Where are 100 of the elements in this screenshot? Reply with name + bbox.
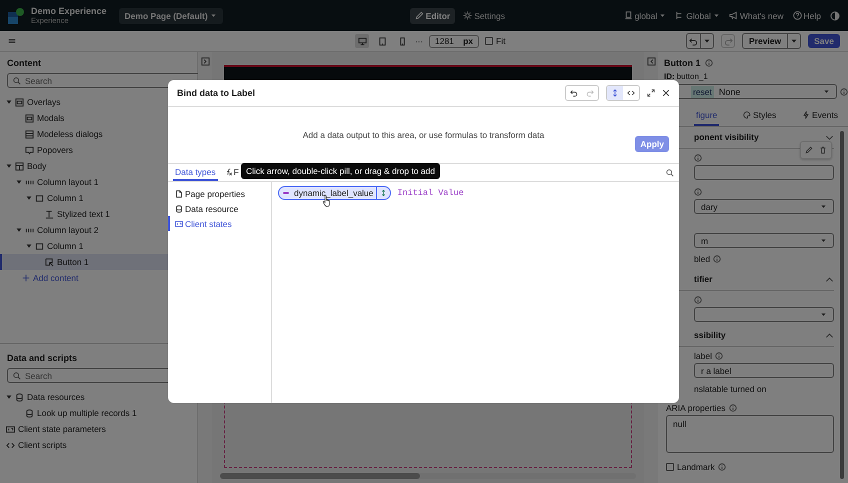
trash-icon [819, 146, 827, 154]
data-tab[interactable]: F [222, 164, 241, 181]
caret-icon [703, 37, 711, 45]
search-icon [13, 76, 21, 84]
pill-value: Initial Value [397, 188, 464, 198]
contrast-icon[interactable] [830, 10, 840, 20]
info-icon[interactable] [714, 352, 723, 360]
tree-item[interactable]: Client scripts [0, 437, 197, 453]
square-icon [35, 194, 44, 202]
expanded-arrow-icon[interactable] [6, 394, 12, 400]
search-icon[interactable] [666, 168, 674, 176]
select-dropdown[interactable] [694, 307, 834, 322]
megaphone-icon [728, 11, 738, 20]
caret-icon [790, 37, 798, 45]
checkbox[interactable] [666, 463, 674, 471]
caret-icon [210, 12, 217, 19]
add-content-link[interactable]: Add content [22, 270, 78, 286]
edit-button[interactable] [803, 144, 815, 156]
header-menu[interactable]: Global [675, 10, 720, 20]
pill-view-button[interactable] [607, 86, 623, 100]
tree-item[interactable]: Client state parameters [0, 421, 197, 437]
up-down-arrow-icon[interactable] [380, 189, 388, 197]
info-icon[interactable] [840, 88, 848, 96]
menu-icon[interactable] [8, 37, 16, 45]
layout-icon [15, 162, 24, 170]
columns-icon [25, 178, 34, 186]
text-field[interactable] [694, 165, 834, 180]
info-icon[interactable] [694, 296, 702, 304]
plus-icon [22, 274, 30, 282]
nav-tab[interactable]: Editor [410, 8, 456, 24]
scrollbar-thumb[interactable] [840, 131, 844, 479]
data-source-item[interactable]: Data resource [168, 201, 271, 216]
data-tab[interactable]: Data types [173, 164, 218, 181]
nav-tab[interactable]: Settings [458, 8, 510, 24]
database-icon [175, 204, 183, 212]
close-icon[interactable] [662, 89, 670, 97]
save-button[interactable]: Save [808, 34, 840, 48]
desktop-view-button[interactable] [355, 34, 369, 48]
info-icon[interactable] [713, 255, 722, 263]
caret-icon [659, 12, 666, 19]
expanded-arrow-icon[interactable] [16, 227, 22, 233]
component-id: button_1 [676, 72, 708, 81]
select-dropdown[interactable]: dary [694, 199, 834, 214]
select-dropdown[interactable]: m [694, 233, 834, 248]
text-area[interactable]: null [666, 415, 834, 453]
data-source-item[interactable]: Page properties [168, 186, 271, 201]
inspector-tab[interactable]: Events [800, 107, 840, 126]
header-menu[interactable]: Help [792, 10, 821, 20]
expanded-arrow-icon[interactable] [26, 195, 32, 201]
field-label: ARIA properties [666, 403, 726, 413]
collapse-panel-icon[interactable] [646, 57, 656, 66]
inspector-tab[interactable]: Styles [741, 107, 778, 126]
info-icon[interactable] [704, 59, 712, 67]
info-icon[interactable] [694, 188, 702, 196]
panel-title: Data and scripts [6, 353, 78, 363]
caret-icon [820, 311, 827, 318]
code-icon [627, 89, 635, 97]
tree-item[interactable]: Look up multiple records 1 [0, 405, 197, 421]
data-pill[interactable]: dynamic_label_value [278, 186, 392, 200]
data-source-item[interactable]: Client states [168, 216, 271, 231]
undo-icon [689, 36, 698, 46]
field-label: bled [694, 254, 710, 264]
info-icon[interactable] [728, 404, 737, 412]
window-icon [15, 98, 24, 106]
caret-icon [712, 12, 720, 19]
settings-icon [463, 11, 472, 20]
expanded-arrow-icon[interactable] [6, 163, 12, 169]
header-menu[interactable]: global [624, 10, 666, 20]
undo-icon [570, 89, 578, 97]
fit-checkbox[interactable] [485, 37, 493, 45]
app-title: Demo Experience [31, 6, 107, 16]
component-title: Button 1 [664, 58, 700, 68]
width-field[interactable]: 1281 px [429, 34, 479, 48]
speech-box-icon [25, 146, 34, 154]
more-button[interactable]: ··· [415, 36, 423, 46]
expanded-arrow-icon[interactable] [6, 99, 12, 105]
scrollbar-thumb[interactable] [220, 473, 420, 479]
text-field[interactable]: r a label [694, 363, 834, 378]
dialog-title: Bind data to Label [177, 88, 256, 98]
state-icon [6, 424, 15, 434]
drop-hint: Add a data output to this area, or use formulas to transform data [302, 130, 544, 140]
section-title: ponent visibility [694, 132, 759, 142]
collapse-panel-icon[interactable] [200, 57, 210, 66]
info-icon[interactable] [694, 154, 702, 162]
fit-label: Fit [496, 36, 506, 46]
document-icon [175, 190, 183, 198]
page-dropdown[interactable]: Demo Page (Default) [118, 8, 223, 24]
database-icon [25, 408, 34, 418]
expand-icon[interactable] [647, 89, 655, 97]
stacked-window-icon [25, 130, 34, 138]
expanded-arrow-icon[interactable] [26, 243, 32, 249]
document-icon [624, 11, 633, 20]
header-menu[interactable]: What's new [728, 10, 784, 20]
inspector-tab[interactable]: figure [694, 107, 720, 126]
field-label: nslatable turned on [694, 384, 766, 394]
redo-icon [724, 36, 732, 46]
database-icon [15, 392, 24, 402]
info-icon[interactable] [718, 463, 726, 471]
expanded-arrow-icon[interactable] [16, 179, 22, 185]
redo-icon [586, 89, 594, 97]
